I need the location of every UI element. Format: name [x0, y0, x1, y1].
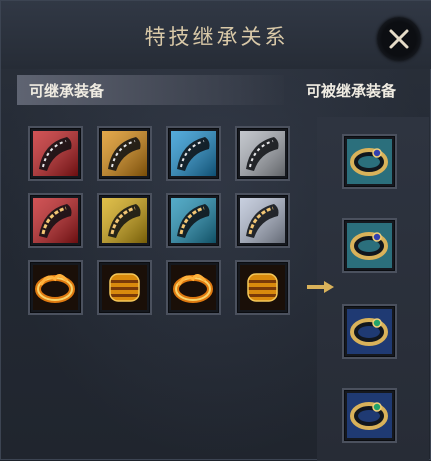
equipment-slot[interactable]	[166, 126, 221, 181]
target-equipment-slot[interactable]	[342, 218, 397, 273]
equipment-slot[interactable]	[235, 260, 290, 315]
inheritable-equipment-grid	[28, 126, 290, 315]
gold-wide-band-icon	[102, 265, 147, 310]
panel-title: 特技继承关系	[144, 25, 289, 49]
target-equipment-slot[interactable]	[342, 304, 397, 359]
close-button[interactable]	[377, 17, 421, 61]
gold-wide-band-icon	[240, 265, 285, 310]
blue-bracelet-icon	[171, 131, 216, 176]
equipment-slot[interactable]	[28, 260, 83, 315]
inheritance-panel: 特技继承关系 可继承装备 可被继承装备	[0, 0, 431, 461]
right-arrow-icon	[307, 281, 334, 293]
target-equipment-slot[interactable]	[342, 388, 397, 443]
blue-gold-emerald-bracelet-icon	[347, 309, 392, 354]
silver-carved-bracelet-icon	[240, 198, 285, 243]
teal-sapphire-bracelet-icon	[347, 223, 392, 268]
blue-gold-emerald-bracelet-icon	[347, 393, 392, 438]
inheritable-equipment-label: 可继承装备	[29, 82, 105, 100]
inherited-equipment-label: 可被继承装备	[306, 82, 397, 100]
equipment-slot[interactable]	[166, 260, 221, 315]
red-carved-bracelet-icon	[33, 198, 78, 243]
silver-bracelet-icon	[240, 131, 285, 176]
gold-carved-bracelet-icon	[102, 198, 147, 243]
flame-ring-icon	[171, 265, 216, 310]
equipment-slot[interactable]	[235, 126, 290, 181]
equipment-slot[interactable]	[28, 193, 83, 248]
equipment-slot[interactable]	[97, 193, 152, 248]
red-bracelet-icon	[33, 131, 78, 176]
equipment-slot[interactable]	[235, 193, 290, 248]
close-x-icon	[389, 29, 409, 49]
equipment-slot[interactable]	[166, 193, 221, 248]
equipment-slot[interactable]	[97, 260, 152, 315]
target-equipment-slot[interactable]	[342, 134, 397, 189]
teal-sapphire-bracelet-icon	[347, 139, 392, 184]
orange-bracelet-icon	[102, 131, 147, 176]
flame-ring-icon	[33, 265, 78, 310]
teal-carved-bracelet-icon	[171, 198, 216, 243]
inheritable-equipment-header: 可继承装备	[17, 75, 284, 105]
equipment-slot[interactable]	[97, 126, 152, 181]
equipment-slot[interactable]	[28, 126, 83, 181]
